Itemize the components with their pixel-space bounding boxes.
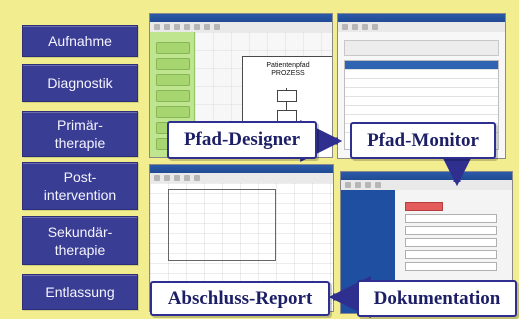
label-dokumentation: Dokumentation bbox=[357, 280, 517, 317]
pathway-diagram: Aufnahme Diagnostik Primär- therapie Pos… bbox=[0, 0, 519, 319]
label-abschluss-report: Abschluss-Report bbox=[150, 281, 330, 316]
label-pfad-monitor: Pfad-Monitor bbox=[350, 122, 496, 159]
flow-arrows bbox=[300, 120, 478, 318]
label-pfad-designer: Pfad-Designer bbox=[167, 121, 317, 159]
